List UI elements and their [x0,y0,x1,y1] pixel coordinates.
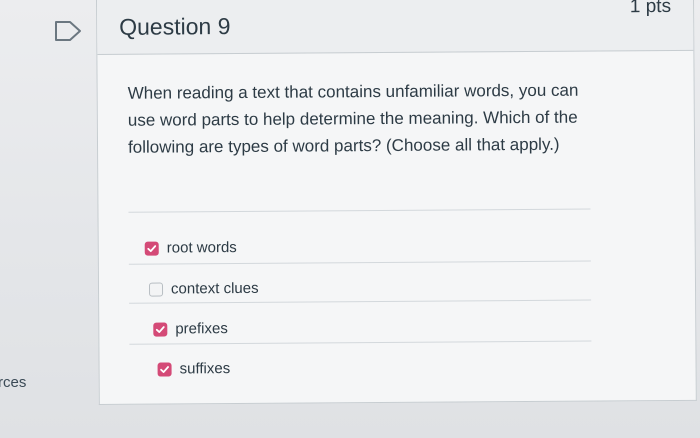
answer-divider [128,208,591,213]
answer-label: suffixes [179,360,231,378]
question-points: 1 pts [629,0,672,18]
answer-checkbox[interactable] [144,241,159,256]
question-title: Question 9 [119,13,231,40]
answer-option[interactable]: root words [144,239,237,257]
answer-option[interactable]: prefixes [153,320,228,338]
answer-checkbox[interactable] [148,282,164,297]
answer-label: root words [166,239,237,257]
question-text: When reading a text that contains unfami… [127,80,579,157]
answer-divider [129,299,592,304]
answer-option[interactable]: context clues [148,279,259,298]
flag-question-icon[interactable] [54,20,84,42]
answer-option[interactable]: suffixes [157,360,231,378]
answer-checkbox[interactable] [153,322,168,337]
answer-label: context clues [170,279,259,298]
answer-divider [129,340,592,345]
question-card: Question 9 1 pts When reading a text tha… [96,0,697,405]
answer-label: prefixes [175,320,228,338]
sidebar-resources-label[interactable]: rces [0,374,26,391]
answer-checkbox[interactable] [157,361,172,377]
answer-divider [128,260,591,265]
question-header: Question 9 1 pts [96,0,694,55]
